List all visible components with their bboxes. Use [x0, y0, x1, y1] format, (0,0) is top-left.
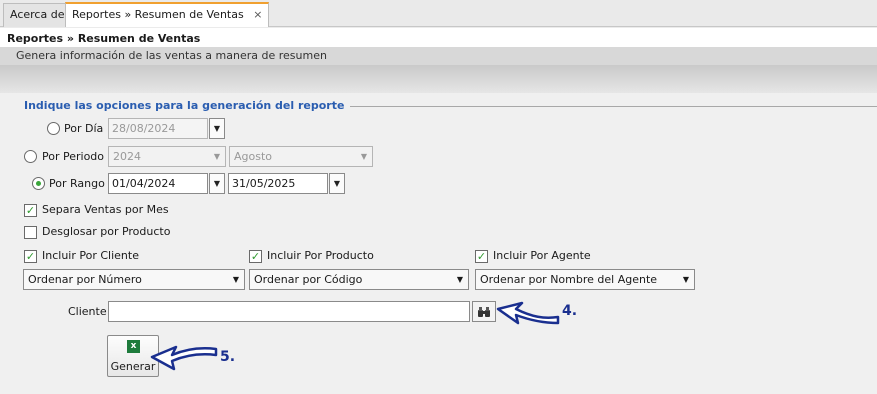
page-header: Reportes » Resumen de Ventas Genera info…	[0, 28, 877, 65]
tab-bar: Acerca de Reportes » Resumen de Ventas ×	[0, 0, 877, 27]
chevron-down-icon: ▼	[456, 275, 463, 284]
tab-label: Reportes » Resumen de Ventas	[72, 8, 244, 21]
periodo-month-value: Agosto	[234, 150, 273, 163]
por-periodo-label: Por Periodo	[42, 150, 105, 163]
incluir-agente-checkbox[interactable]: ✓	[475, 250, 488, 263]
ordenar-producto-select[interactable]: Ordenar por Código ▼	[249, 269, 469, 290]
ordenar-agente-value: Ordenar por Nombre del Agente	[480, 273, 658, 286]
incluir-agente-label: Incluir Por Agente	[493, 249, 591, 262]
chevron-down-icon: ▼	[213, 152, 220, 161]
report-options-panel: Indique las opciones para la generación …	[0, 93, 877, 394]
close-icon[interactable]: ×	[253, 8, 262, 21]
por-periodo-radio[interactable]	[24, 150, 37, 163]
tab-label: Acerca de	[10, 8, 65, 21]
rango-from-field[interactable]: 01/04/2024	[108, 173, 208, 194]
chevron-down-icon: ▼	[360, 152, 367, 161]
radio-selected-dot	[36, 181, 41, 186]
chevron-down-icon[interactable]: ▼	[209, 173, 225, 194]
section-title: Indique las opciones para la generación …	[24, 99, 351, 112]
excel-icon: x	[127, 340, 140, 353]
chevron-down-icon[interactable]: ▼	[209, 118, 225, 139]
incluir-cliente-checkbox[interactable]: ✓	[24, 250, 37, 263]
tab-resumen-ventas[interactable]: Reportes » Resumen de Ventas ×	[65, 2, 270, 27]
ordenar-producto-value: Ordenar por Código	[254, 273, 363, 286]
por-dia-date-field[interactable]: 28/08/2024	[108, 118, 208, 139]
desglosar-label: Desglosar por Producto	[42, 225, 171, 238]
callout-number-5: 5.	[220, 349, 236, 365]
cliente-input[interactable]	[108, 301, 470, 322]
page-subtitle: Genera información de las ventas a maner…	[0, 47, 877, 65]
chevron-down-icon[interactable]: ▼	[329, 173, 345, 194]
cliente-label: Cliente	[68, 305, 107, 318]
incluir-producto-checkbox[interactable]: ✓	[249, 250, 262, 263]
ordenar-cliente-value: Ordenar por Número	[28, 273, 142, 286]
tab-acerca-de[interactable]: Acerca de	[3, 3, 72, 27]
rango-to-field[interactable]: 31/05/2025	[228, 173, 328, 194]
header-gradient-bar	[0, 65, 877, 93]
por-rango-label: Por Rango	[49, 177, 105, 190]
chevron-down-icon: ▼	[232, 275, 239, 284]
separa-ventas-checkbox[interactable]: ✓	[24, 204, 37, 217]
binoculars-icon[interactable]	[472, 301, 496, 322]
periodo-year-value: 2024	[113, 150, 141, 163]
incluir-producto-label: Incluir Por Producto	[267, 249, 374, 262]
periodo-year-select[interactable]: 2024 ▼	[108, 146, 226, 167]
por-rango-radio[interactable]	[32, 177, 45, 190]
por-dia-label: Por Día	[64, 122, 104, 135]
separa-ventas-label: Separa Ventas por Mes	[42, 203, 169, 216]
callout-number-4: 4.	[562, 303, 578, 319]
page-title: Reportes » Resumen de Ventas	[7, 32, 201, 45]
desglosar-checkbox[interactable]	[24, 226, 37, 239]
callout-arrow-5	[150, 345, 218, 371]
por-dia-radio[interactable]	[47, 122, 60, 135]
incluir-cliente-label: Incluir Por Cliente	[42, 249, 139, 262]
binoculars-svg	[478, 307, 490, 317]
periodo-month-select[interactable]: Agosto ▼	[229, 146, 373, 167]
chevron-down-icon: ▼	[682, 275, 689, 284]
ordenar-cliente-select[interactable]: Ordenar por Número ▼	[23, 269, 245, 290]
callout-arrow-4	[496, 301, 560, 325]
ordenar-agente-select[interactable]: Ordenar por Nombre del Agente ▼	[475, 269, 695, 290]
